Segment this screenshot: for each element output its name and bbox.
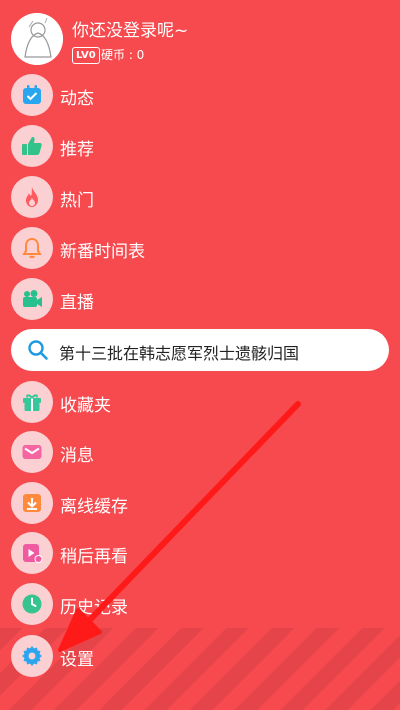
envelope-icon <box>11 431 53 473</box>
gear-icon <box>11 635 53 677</box>
search-icon <box>27 339 49 365</box>
thumbs-up-icon <box>11 125 53 167</box>
menu-item-label: 收藏夹 <box>60 396 111 416</box>
username-text[interactable]: 你还没登录呢~ <box>72 16 188 41</box>
menu-item-messages[interactable]: 消息 <box>0 431 400 481</box>
gift-box-icon <box>11 381 53 423</box>
menu-item-settings[interactable]: 设置 <box>0 635 400 685</box>
menu-item-label: 设置 <box>60 650 94 670</box>
menu-item-label: 消息 <box>60 446 94 466</box>
menu-item-label: 离线缓存 <box>60 497 128 517</box>
menu-item-favorites[interactable]: 收藏夹 <box>0 381 400 431</box>
profile-header[interactable]: 你还没登录呢~ LV0 硬币 : 0 <box>0 0 400 70</box>
flame-icon <box>11 176 53 218</box>
search-text: 第十三批在韩志愿军烈士遗骸归国 <box>59 344 300 363</box>
calendar-icon <box>11 74 53 116</box>
menu-item-schedule[interactable]: 新番时间表 <box>0 227 400 277</box>
menu-item-dynamic[interactable]: 动态 <box>0 74 400 124</box>
video-camera-icon <box>11 278 53 320</box>
menu-item-label: 新番时间表 <box>60 242 145 262</box>
bell-icon <box>11 227 53 269</box>
menu-item-label: 动态 <box>60 89 94 109</box>
menu-item-popular[interactable]: 热门 <box>0 176 400 226</box>
menu-item-watch-later[interactable]: 稍后再看 <box>0 532 400 582</box>
menu-item-label: 直播 <box>60 293 94 313</box>
avatar[interactable] <box>11 13 63 65</box>
menu-item-label: 推荐 <box>60 140 94 160</box>
menu-item-label: 稍后再看 <box>60 547 128 567</box>
download-icon <box>11 482 53 524</box>
menu-item-offline-cache[interactable]: 离线缓存 <box>0 482 400 532</box>
menu-item-history[interactable]: 历史记录 <box>0 583 400 633</box>
clock-icon <box>11 583 53 625</box>
menu-item-label: 热门 <box>60 191 94 211</box>
coins-text: 硬币 : 0 <box>101 48 145 62</box>
menu-item-label: 历史记录 <box>60 598 128 618</box>
play-later-icon <box>11 532 53 574</box>
menu-item-live[interactable]: 直播 <box>0 278 400 328</box>
search-bar[interactable]: 第十三批在韩志愿军烈士遗骸归国 <box>11 329 389 371</box>
menu-item-recommend[interactable]: 推荐 <box>0 125 400 175</box>
level-badge: LV0 <box>72 47 100 64</box>
